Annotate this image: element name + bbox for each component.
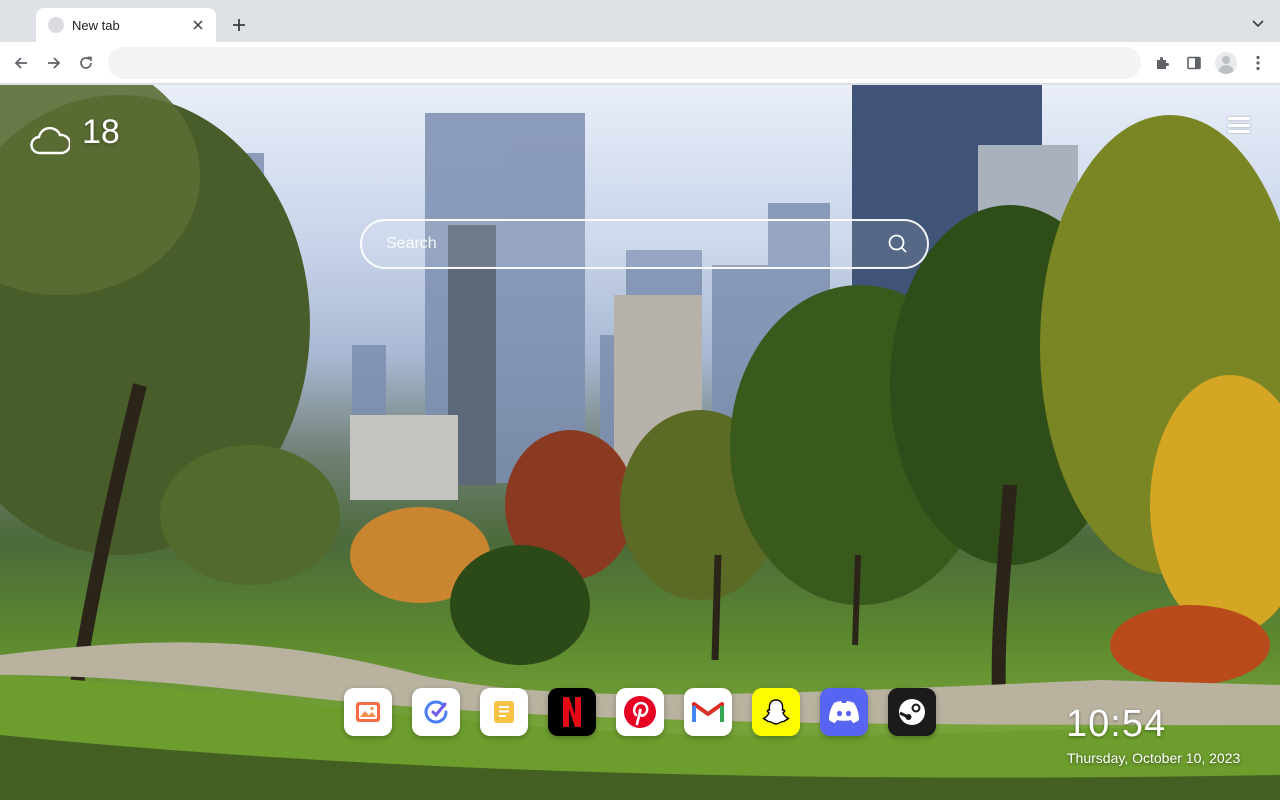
app-photos[interactable] bbox=[344, 688, 392, 736]
newtab-menu-button[interactable] bbox=[1226, 113, 1252, 137]
clock-time: 10:54 bbox=[1066, 703, 1167, 745]
new-tab-page: 18 Search 10:54 Thursday, October 10, 20… bbox=[0, 85, 1280, 800]
notes-icon bbox=[494, 701, 514, 723]
tab-search-button[interactable] bbox=[1248, 14, 1268, 34]
side-panel-icon bbox=[1187, 56, 1201, 70]
app-gmail[interactable] bbox=[684, 688, 732, 736]
puzzle-icon bbox=[1157, 57, 1169, 69]
tab-title: New tab bbox=[72, 17, 120, 33]
avatar-icon bbox=[1215, 52, 1237, 74]
pinterest-icon bbox=[624, 696, 656, 728]
hamburger-icon bbox=[1228, 117, 1250, 120]
weather-temperature: 18 bbox=[82, 113, 120, 151]
kebab-menu-icon bbox=[1256, 55, 1260, 71]
favicon-icon bbox=[48, 17, 64, 33]
app-steam[interactable] bbox=[888, 688, 936, 736]
app-tasks[interactable] bbox=[412, 688, 460, 736]
extensions-button[interactable] bbox=[1150, 51, 1174, 75]
weather-widget[interactable]: 18 bbox=[30, 113, 180, 183]
arrow-right-icon bbox=[48, 57, 61, 69]
search-box bbox=[360, 219, 929, 269]
app-pinterest[interactable] bbox=[616, 688, 664, 736]
tab-new-tab[interactable]: New tab bbox=[36, 8, 216, 42]
search-input[interactable] bbox=[386, 221, 866, 267]
photo-icon bbox=[356, 702, 380, 722]
app-snapchat[interactable] bbox=[752, 688, 800, 736]
chevron-down-icon bbox=[1252, 20, 1264, 28]
search-icon[interactable] bbox=[887, 233, 909, 255]
app-netflix[interactable] bbox=[548, 688, 596, 736]
new-tab-button[interactable] bbox=[228, 14, 250, 36]
tab-strip: New tab bbox=[0, 0, 1280, 42]
arrow-left-icon bbox=[14, 57, 27, 69]
profile-button[interactable] bbox=[1214, 51, 1238, 75]
steam-icon bbox=[899, 699, 925, 725]
app-notes[interactable] bbox=[480, 688, 528, 736]
back-button[interactable] bbox=[8, 50, 34, 76]
browser-toolbar bbox=[0, 42, 1280, 84]
gmail-icon bbox=[692, 702, 724, 722]
reload-icon bbox=[80, 56, 92, 69]
cloud-icon bbox=[30, 127, 70, 155]
app-dock bbox=[344, 688, 936, 736]
clock-date: Thursday, October 10, 2023 bbox=[1067, 750, 1241, 766]
plus-icon bbox=[233, 19, 245, 31]
netflix-icon bbox=[563, 697, 581, 727]
forward-button[interactable] bbox=[41, 50, 67, 76]
side-panel-button[interactable] bbox=[1182, 51, 1206, 75]
app-discord[interactable] bbox=[820, 688, 868, 736]
snapchat-icon bbox=[762, 699, 790, 725]
browser-menu-button[interactable] bbox=[1246, 51, 1270, 75]
reload-button[interactable] bbox=[73, 50, 99, 76]
discord-icon bbox=[829, 701, 859, 723]
close-icon[interactable] bbox=[190, 17, 206, 33]
address-bar[interactable] bbox=[108, 47, 1141, 79]
check-circle-icon bbox=[424, 700, 448, 724]
